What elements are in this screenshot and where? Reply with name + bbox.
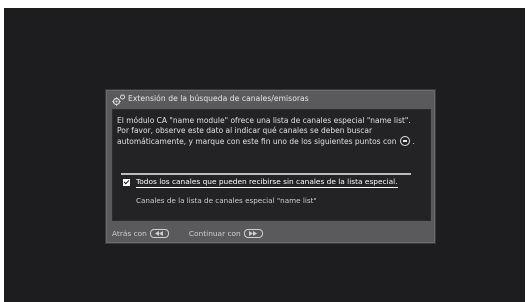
back-label: Atrás con (112, 228, 147, 238)
separator-line (121, 173, 411, 175)
dialog-body: El módulo CA "name module" ofrece una li… (112, 109, 431, 221)
dialog-description: El módulo CA "name module" ofrece una li… (117, 116, 427, 147)
dialog-title-bar: Extensión de la búsqueda de canales/emis… (106, 90, 435, 109)
option-special-list[interactable]: Canales de la lista de canales especial … (136, 196, 317, 205)
description-line: Por favor, observe este dato al indicar … (117, 126, 373, 135)
fast-forward-key-icon[interactable] (243, 228, 263, 238)
option-all-channels-label: Todos los canales que pueden recibirse s… (136, 176, 398, 188)
option-all-channels[interactable]: Todos los canales que pueden recibirse s… (123, 176, 398, 188)
description-line: El módulo CA "name module" ofrece una li… (117, 116, 411, 125)
checkbox-icon[interactable] (123, 178, 130, 186)
dialog-footer: Atrás con Continuar con (112, 228, 263, 238)
tv-screen: Extensión de la búsqueda de canales/emis… (4, 8, 525, 302)
description-line: automáticamente, y marque con este fin u… (117, 136, 427, 147)
ok-circle-icon (399, 136, 410, 146)
description-end: . (412, 137, 415, 146)
dialog-title: Extensión de la búsqueda de canales/emis… (128, 94, 309, 103)
channel-search-dialog: Extensión de la búsqueda de canales/emis… (105, 89, 436, 244)
rewind-key-icon[interactable] (149, 228, 169, 238)
description-line-text: automáticamente, y marque con este fin u… (117, 137, 397, 146)
continue-label: Continuar con (188, 228, 241, 238)
gear-icon (112, 94, 125, 106)
